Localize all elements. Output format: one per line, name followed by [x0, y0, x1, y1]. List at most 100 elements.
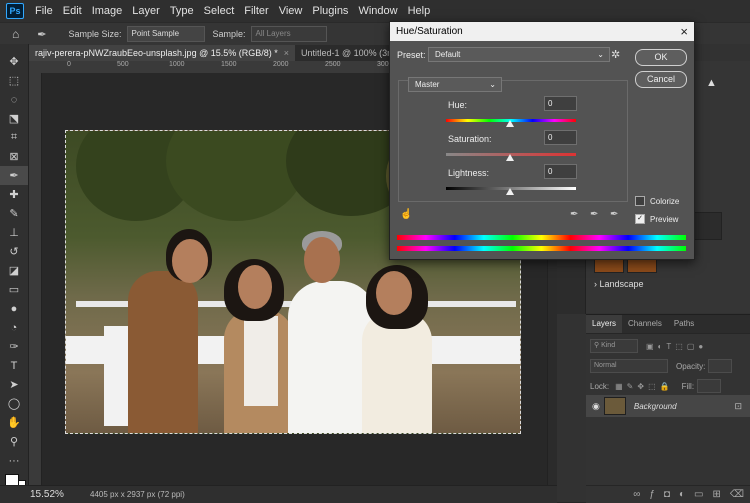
mask-icon[interactable]: ◘: [664, 489, 670, 500]
object-select-icon[interactable]: ⬔: [0, 109, 28, 128]
adjustment-icon[interactable]: ◐: [679, 489, 685, 500]
person-fourth: [362, 311, 432, 433]
gear-icon[interactable]: ✲: [611, 48, 620, 61]
saturation-label: Saturation:: [448, 134, 492, 144]
more-tools-icon[interactable]: ···: [0, 451, 28, 470]
sample-size-select[interactable]: Point Sample: [126, 26, 205, 42]
colorize-checkbox[interactable]: Colorize: [635, 196, 679, 206]
preset-thumbnail[interactable]: [627, 258, 657, 273]
folder-icon[interactable]: ▭: [694, 489, 703, 500]
ruler-tick: 2500: [325, 61, 341, 68]
move-icon[interactable]: ✥: [0, 52, 28, 71]
eyedropper-icon[interactable]: ✒: [570, 209, 578, 220]
ruler-tick: 1000: [169, 61, 185, 68]
tab-document-1[interactable]: rajiv-perera-pNWZraubEeo-unsplash.jpg @ …: [29, 45, 295, 61]
menu-file[interactable]: File: [30, 0, 58, 22]
lock-icons[interactable]: ▦✎✥⬚🔒: [615, 382, 673, 391]
document-info: 4405 px x 2937 px (72 ppi): [90, 490, 185, 499]
blur-icon[interactable]: ●: [0, 299, 28, 318]
menu-plugins[interactable]: Plugins: [307, 0, 353, 22]
layer-thumbnail: [603, 397, 626, 415]
preset-thumbnail[interactable]: [594, 258, 624, 273]
fill-field[interactable]: [697, 379, 722, 393]
warning-icon[interactable]: ▲: [706, 77, 720, 91]
trash-icon[interactable]: ⌫: [730, 489, 744, 500]
healing-icon[interactable]: ✚: [0, 185, 28, 204]
lasso-icon[interactable]: ◌: [0, 90, 28, 109]
shape-icon[interactable]: ◯: [0, 394, 28, 413]
ruler-tick: 2000: [273, 61, 289, 68]
menu-select[interactable]: Select: [199, 0, 240, 22]
tab-channels[interactable]: Channels: [622, 315, 668, 333]
chevron-down-icon: ⌄: [489, 80, 496, 89]
menu-window[interactable]: Window: [353, 0, 402, 22]
saturation-slider-handle[interactable]: [506, 154, 514, 161]
menu-image[interactable]: Image: [87, 0, 128, 22]
eyedropper-minus-icon[interactable]: ✒: [610, 209, 618, 220]
eyedropper-icon[interactable]: ✒: [37, 28, 46, 41]
frame-icon[interactable]: ⊠: [0, 147, 28, 166]
eyedropper-tool-icon[interactable]: ✒: [0, 166, 28, 185]
dodge-icon[interactable]: ◔: [0, 318, 28, 337]
preset-select[interactable]: Default ⌄: [428, 47, 610, 62]
hue-saturation-dialog: Hue/Saturation × Preset: Default ⌄ ✲ OK C…: [389, 21, 695, 260]
lightness-input[interactable]: 0: [544, 164, 577, 179]
lightness-slider-handle[interactable]: [506, 188, 514, 195]
hue-slider-handle[interactable]: [506, 120, 514, 127]
tab-paths[interactable]: Paths: [668, 315, 700, 333]
hue-input[interactable]: 0: [544, 96, 577, 111]
menu-edit[interactable]: Edit: [58, 0, 87, 22]
eye-icon[interactable]: ◉: [592, 401, 600, 412]
hue-label: Hue:: [448, 100, 468, 110]
cancel-button[interactable]: Cancel: [635, 71, 687, 88]
history-brush-icon[interactable]: ↺: [0, 242, 28, 261]
menu-bar: Ps File Edit Image Layer Type Select Fil…: [0, 0, 750, 22]
vertical-ruler: [29, 73, 42, 485]
menu-layer[interactable]: Layer: [127, 0, 165, 22]
stamp-icon[interactable]: ⊥: [0, 223, 28, 242]
ok-button[interactable]: OK: [635, 49, 687, 66]
hand-target-icon[interactable]: ☝: [400, 209, 412, 220]
zoom-level[interactable]: 15.52%: [30, 489, 90, 500]
new-layer-icon[interactable]: ⊞: [712, 489, 720, 500]
crop-icon[interactable]: ⌗: [0, 128, 28, 147]
opacity-field[interactable]: [708, 359, 733, 373]
pen-icon[interactable]: ✑: [0, 337, 28, 356]
zoom-icon[interactable]: ⚲: [0, 432, 28, 451]
sample-size-label: Sample Size:: [68, 29, 122, 39]
fx-icon[interactable]: ƒ: [649, 489, 655, 500]
eraser-icon[interactable]: ◪: [0, 261, 28, 280]
layer-filter-row: ⚲ Kind ▣◐T⬚▢●: [590, 338, 746, 354]
layer-kind-select[interactable]: ⚲ Kind: [590, 339, 638, 353]
opacity-label: Opacity:: [676, 361, 706, 371]
tab-layers[interactable]: Layers: [586, 315, 623, 333]
type-icon[interactable]: T: [0, 356, 28, 375]
layers-footer: ∞ ƒ ◘ ◐ ▭ ⊞ ⌫: [586, 485, 750, 503]
hand-icon[interactable]: ✋: [0, 413, 28, 432]
blend-mode-select[interactable]: Normal: [590, 359, 668, 373]
preset-thumbnail[interactable]: [694, 212, 722, 240]
document-tabs: rajiv-perera-pNWZraubEeo-unsplash.jpg @ …: [29, 45, 452, 61]
menu-view[interactable]: View: [274, 0, 308, 22]
brush-icon[interactable]: ✎: [0, 204, 28, 223]
marquee-icon[interactable]: ⬚: [0, 71, 28, 90]
close-icon[interactable]: ×: [284, 48, 289, 58]
landscape-group[interactable]: › Landscape: [594, 279, 644, 289]
home-icon[interactable]: ⌂: [12, 27, 19, 41]
saturation-input[interactable]: 0: [544, 130, 577, 145]
path-select-icon[interactable]: ➤: [0, 375, 28, 394]
channel-select[interactable]: Master ⌄: [408, 77, 502, 92]
filter-icons[interactable]: ▣◐T⬚▢●: [646, 342, 707, 351]
layer-background[interactable]: ◉ Background ⊡: [586, 395, 750, 417]
menu-help[interactable]: Help: [403, 0, 436, 22]
link-icon[interactable]: ∞: [633, 489, 640, 500]
gradient-icon[interactable]: ▭: [0, 280, 28, 299]
lock-row: Lock: ▦✎✥⬚🔒 Fill:: [590, 378, 746, 394]
close-icon[interactable]: ×: [680, 24, 688, 39]
eyedropper-plus-icon[interactable]: ✒: [590, 209, 598, 220]
adjustment-box: [398, 80, 628, 202]
menu-filter[interactable]: Filter: [239, 0, 273, 22]
preview-checkbox[interactable]: ✓ Preview: [635, 214, 678, 224]
menu-type[interactable]: Type: [165, 0, 199, 22]
sample-select[interactable]: All Layers: [250, 26, 327, 42]
